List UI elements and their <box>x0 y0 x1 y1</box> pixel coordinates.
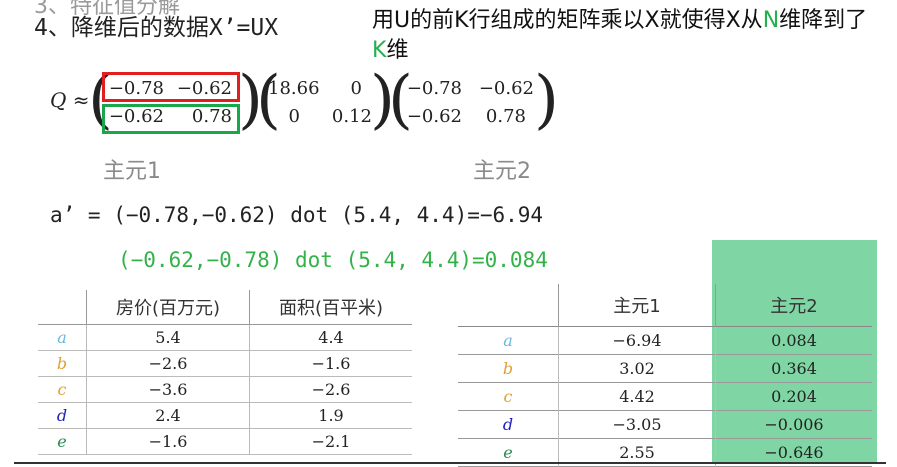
reduced-data-table-wrapper: 主元1 主元2 a −6.94 0.084 b 3.02 0.364 c 4.42 0.204 d… <box>458 284 872 467</box>
table-header <box>38 290 87 325</box>
table-header: 主元1 <box>558 284 716 327</box>
row-label: b <box>458 354 559 383</box>
table-cell: −2.1 <box>311 432 351 451</box>
step-heading: 4、降维后的数据X’=UX <box>34 15 279 41</box>
table-cell: 3.02 <box>558 354 716 383</box>
table-cell: 0.204 <box>771 387 817 406</box>
calc-line-2: (−0.62,−0.78) dot (5.4, 4.4)=0.084 <box>118 248 548 272</box>
table-header: 房价(百万元) <box>86 290 250 325</box>
table-header <box>458 284 559 327</box>
table-row: e −1.6 −2.1 <box>38 428 412 455</box>
table-header: 面积(百平米) <box>278 298 384 319</box>
row-label: b <box>38 350 87 377</box>
explanation-note: 用U的前K行组成的矩阵乘以X就使得X从N维降到了 K维 <box>372 6 872 66</box>
table-row: c 4.42 0.204 <box>458 382 872 411</box>
matrix1-cell: −0.62 <box>108 106 164 127</box>
slide-bottom-border <box>14 462 886 464</box>
row-label: a <box>458 326 559 355</box>
original-data-table-wrapper: 房价(百万元) 面积(百平米) a 5.4 4.4 b −2.6 −1.6 c −3.6 −2.… <box>38 290 412 455</box>
original-data-table: 房价(百万元) 面积(百平米) a 5.4 4.4 b −2.6 −1.6 c −3.6 −2.… <box>38 290 412 455</box>
matrix1-cell: −0.78 <box>108 78 164 99</box>
table-row: d 2.4 1.9 <box>38 402 412 429</box>
table-cell: 1.9 <box>318 406 344 425</box>
reduced-data-table: 主元1 主元2 a −6.94 0.084 b 3.02 0.364 c 4.42 0.204 d… <box>458 284 872 467</box>
table-cell: 0.364 <box>771 359 817 378</box>
table-cell: 5.4 <box>86 324 250 351</box>
note-n-letter: N <box>762 8 780 33</box>
table-row: c −3.6 −2.6 <box>38 376 412 403</box>
pc1-label: 主元1 <box>103 159 161 184</box>
row-label: d <box>38 402 87 429</box>
matrix2-cell: 0 <box>350 78 362 99</box>
matrix1-cell: −0.62 <box>176 78 232 99</box>
matrix3-cell: −0.62 <box>478 78 534 99</box>
table-cell: 0.084 <box>771 331 817 350</box>
table-header: 主元2 <box>770 296 818 317</box>
table-row: b 3.02 0.364 <box>458 354 872 383</box>
row-label: c <box>38 376 87 403</box>
table-cell: 4.4 <box>318 328 344 347</box>
table-cell: −6.94 <box>558 326 716 355</box>
matrix2-cell: 18.66 <box>268 78 320 99</box>
note-text-3: 维 <box>386 38 409 63</box>
pc2-label: 主元2 <box>473 159 531 184</box>
table-cell: −2.6 <box>311 380 351 399</box>
table-row: a −6.94 0.084 <box>458 326 872 355</box>
matrix2-cell: 0 <box>288 106 300 127</box>
matrix2-cell: 0.12 <box>331 106 372 127</box>
note-k-letter: K <box>372 38 387 63</box>
matrix1-cell: 0.78 <box>191 106 232 127</box>
table-cell: −0.006 <box>764 415 824 434</box>
matrix3-cell: −0.78 <box>406 78 462 99</box>
row-label: a <box>38 324 87 351</box>
matrix3-cell: −0.62 <box>406 106 462 127</box>
note-text-1: 用U的前K行组成的矩阵乘以X就使得X从 <box>372 8 763 33</box>
row-label: c <box>458 382 559 411</box>
table-cell: −2.6 <box>86 350 250 377</box>
note-text-2: 维降到了 <box>779 8 868 33</box>
table-row: d −3.05 −0.006 <box>458 410 872 439</box>
row-label: e <box>38 428 87 455</box>
table-cell: −1.6 <box>86 428 250 455</box>
table-cell: −3.05 <box>558 410 716 439</box>
table-row: a 5.4 4.4 <box>38 324 412 351</box>
table-cell: −3.6 <box>86 376 250 403</box>
table-cell: 2.4 <box>86 402 250 429</box>
matrix3-cell: 0.78 <box>485 106 526 127</box>
table-row: b −2.6 −1.6 <box>38 350 412 377</box>
table-cell: 4.42 <box>558 382 716 411</box>
table-cell: −1.6 <box>311 354 351 373</box>
row-label: d <box>458 410 559 439</box>
equation-lhs: Q ≈ <box>50 88 90 112</box>
calc-line-1: a’ = (−0.78,−0.62) dot (5.4, 4.4)=−6.94 <box>50 203 544 227</box>
matrix3-right-paren: ) <box>534 63 559 137</box>
